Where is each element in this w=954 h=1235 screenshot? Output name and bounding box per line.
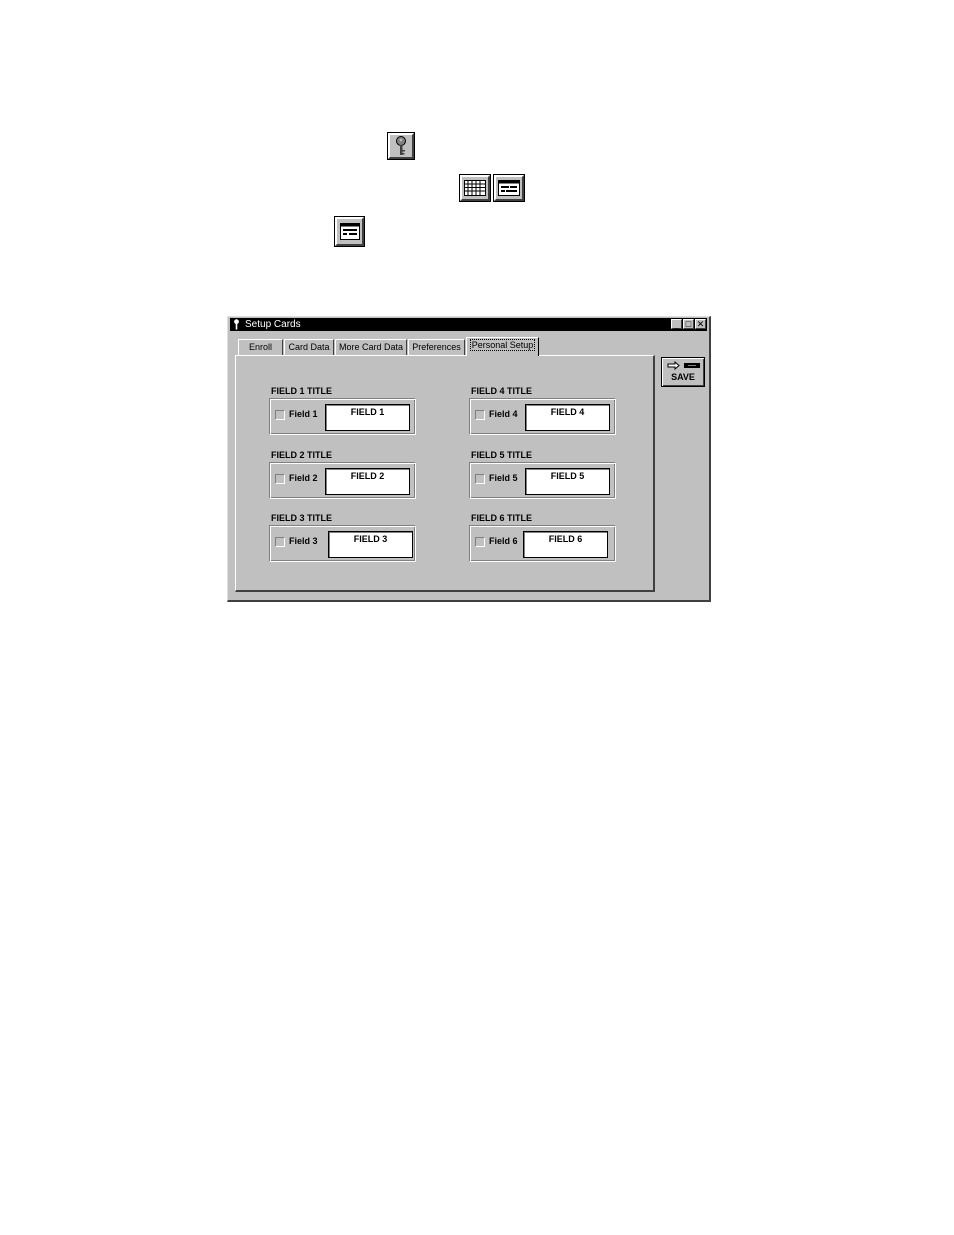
save-label: SAVE [671,372,695,382]
tab-label: Personal Setup [469,339,536,351]
field-2-title: FIELD 2 TITLE [271,450,333,460]
field-1-checkbox-label: Field 1 [289,409,318,419]
field-4-title: FIELD 4 TITLE [471,386,533,396]
field-4-input[interactable]: FIELD 4 [525,404,610,431]
field-5-group: Field 5 FIELD 5 [469,462,616,499]
field-2-checkbox-label: Field 2 [289,473,318,483]
personal-setup-panel: FIELD 1 TITLE Field 1 FIELD 1 FIELD 2 TI… [235,355,655,592]
field-3-checkbox[interactable] [275,537,285,547]
field-1-input[interactable]: FIELD 1 [325,404,410,431]
field-6-group: Field 6 FIELD 6 [469,525,616,562]
tab-personal-setup[interactable]: Personal Setup [466,337,539,356]
field-5-checkbox-label: Field 5 [489,473,518,483]
grid-view-button[interactable] [459,174,491,202]
tab-preferences[interactable]: Preferences [408,339,465,355]
close-button[interactable]: ✕ [695,319,706,329]
field-1-title: FIELD 1 TITLE [271,386,333,396]
maximize-button[interactable]: □ [683,319,694,329]
field-1-checkbox[interactable] [275,410,285,420]
field-4-checkbox[interactable] [475,410,485,420]
tab-label: More Card Data [338,342,404,352]
key-icon [233,319,240,334]
save-button[interactable]: SAVE [661,357,705,387]
field-3-checkbox-label: Field 3 [289,536,318,546]
field-2-group: Field 2 FIELD 2 [269,462,416,499]
field-3-group: Field 3 FIELD 3 [269,525,416,562]
form-view-button[interactable] [493,174,525,202]
card-form-icon [498,180,520,196]
tab-label: Card Data [288,342,330,352]
tab-label: Enroll [248,342,272,352]
tab-more-card-data[interactable]: More Card Data [335,339,407,355]
field-6-input[interactable]: FIELD 6 [523,531,608,558]
tab-enroll[interactable]: Enroll [238,339,283,355]
grid-table-icon [464,180,486,196]
tab-card-data[interactable]: Card Data [284,339,334,355]
field-1-group: Field 1 FIELD 1 [269,398,416,435]
field-3-title: FIELD 3 TITLE [271,513,333,523]
title-bar[interactable]: Setup Cards _ □ ✕ [230,318,707,331]
minimize-button[interactable]: _ [671,319,682,329]
field-5-checkbox[interactable] [475,474,485,484]
key-icon [396,136,406,155]
field-4-group: Field 4 FIELD 4 [469,398,616,435]
save-arrow-icon [667,361,700,370]
field-5-input[interactable]: FIELD 5 [525,468,610,495]
field-5-title: FIELD 5 TITLE [471,450,533,460]
field-3-input[interactable]: FIELD 3 [328,531,413,558]
field-6-checkbox-label: Field 6 [489,536,518,546]
tab-label: Preferences [412,342,461,352]
window-title: Setup Cards [245,319,301,330]
field-4-checkbox-label: Field 4 [489,409,518,419]
setup-cards-window: Setup Cards _ □ ✕ Enroll Card Data More … [227,316,711,602]
field-6-title: FIELD 6 TITLE [471,513,533,523]
card-setup-button[interactable] [334,216,365,247]
field-2-checkbox[interactable] [275,474,285,484]
field-2-input[interactable]: FIELD 2 [325,468,410,495]
card-form-icon [339,223,360,240]
field-6-checkbox[interactable] [475,537,485,547]
key-toolbar-button[interactable] [387,132,415,160]
